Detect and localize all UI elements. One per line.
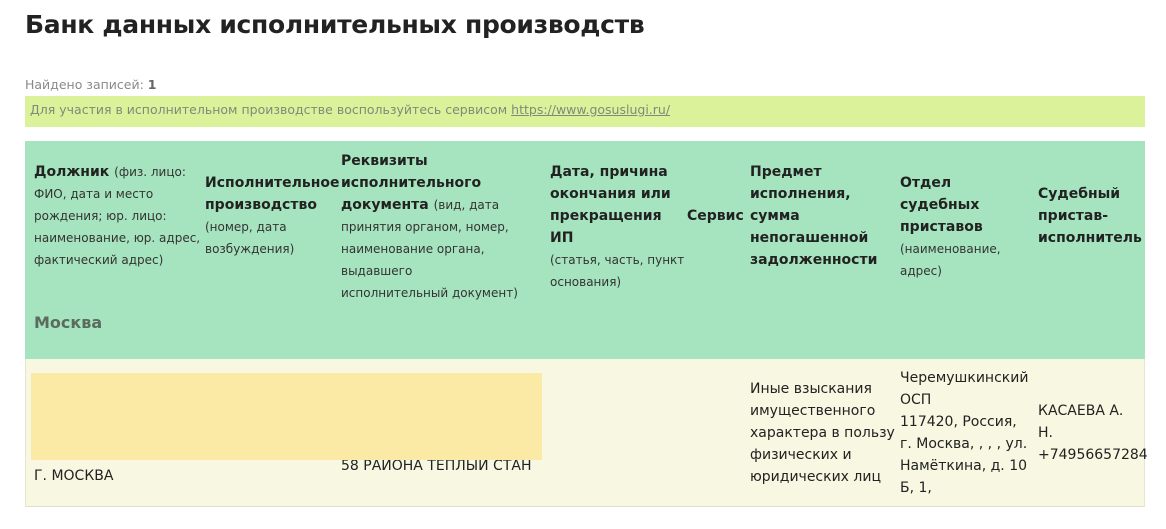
cell-department-line: г. Москва, , , , ул. [900,436,1028,452]
header-service: Сервис [687,205,747,227]
header-proceeding-title: производство [205,197,317,213]
header-bailiff: Судебный пристав- исполнитель [1038,183,1143,249]
table-row: Г. МОСКВА 58 РАЙОНА ТЕПЛЫЙ СТАН Иные взы… [25,359,1148,507]
header-department-sub: адрес) [900,264,942,278]
cell-bailiff-line: Н. [1038,425,1053,441]
cell-bailiff: КАСАЕВА А. Н. +74956657284 [1038,400,1148,466]
header-department: Отдел судебных приставов (наименование, … [900,172,1035,282]
header-debtor-sub: (физ. лицо: [114,165,186,179]
header-end-date-sub: основания) [550,275,622,289]
page-title: Банк данных исполнительных производств [25,10,645,39]
header-proceeding-sub: возбуждения) [205,242,295,256]
header-end-date-title: прекращения ИП [550,208,662,246]
header-proceeding: Исполнительное производство (номер, дата… [205,172,340,260]
cell-subject: Иные взыскания имущественного характера … [750,378,900,488]
table-header: Должник (физ. лицо: ФИО, дата и место ро… [25,141,1145,359]
header-department-title: Отдел судебных [900,175,980,213]
header-department-title: приставов [900,219,983,235]
header-document-sub: (вид, дата [433,198,500,212]
header-debtor-sub-line: наименование, юр. адрес, [34,231,201,245]
header-service-title: Сервис [687,208,744,224]
header-document-sub: принятия органом, номер, [341,220,509,234]
header-subject-title: непогашенной [750,230,869,246]
gosuslugi-notice: Для участия в исполнительном производств… [25,96,1145,127]
cell-department-line: ОСП [900,392,932,408]
cell-bailiff-phone: +74956657284 [1038,447,1148,463]
region-label: Москва [34,313,103,332]
cell-department-line: Намёткина, д. 10 [900,458,1028,474]
header-debtor-title: Должник [34,164,110,180]
cell-bailiff-line: КАСАЕВА А. [1038,403,1124,419]
header-subject-title: исполнения, [750,186,851,202]
header-end-date-sub: (статья, часть, пункт [550,253,685,267]
cell-department-line: Б, 1, [900,480,932,496]
header-document: Реквизиты исполнительного документа (вид… [341,150,546,304]
header-subject-title: Предмет [750,164,822,180]
header-document-title: исполнительного [341,175,482,191]
header-subject-title: сумма [750,208,800,224]
cell-subject-line: имущественного [750,403,876,419]
cell-subject-line: юридических лиц [750,469,881,485]
header-document-title: Реквизиты [341,153,428,169]
cell-debtor: Г. МОСКВА [34,468,114,484]
header-subject: Предмет исполнения, сумма непогашенной з… [750,161,895,271]
cell-department: Черемушкинский ОСП 117420, Россия, г. Мо… [900,367,1038,499]
header-debtor-sub-line: фактический адрес) [34,253,164,267]
header-document-sub: наименование органа, выдавшего [341,242,485,278]
header-debtor-sub-line: ФИО, дата и место [34,187,154,201]
header-debtor: Должник (физ. лицо: ФИО, дата и место ро… [34,161,204,271]
cell-subject-line: характера в пользу [750,425,895,441]
header-bailiff-title: Судебный [1038,186,1121,202]
cell-subject-line: физических и [750,447,852,463]
redacted-area [31,373,542,460]
header-subject-title: задолженности [750,252,878,268]
header-end-date: Дата, причина окончания или прекращения … [550,161,685,293]
header-bailiff-title: пристав- [1038,208,1109,224]
gosuslugi-link[interactable]: https://www.gosuslugi.ru/ [511,102,670,117]
header-document-sub: исполнительный документ) [341,286,518,300]
header-proceeding-sub: (номер, дата [205,220,287,234]
header-end-date-title: Дата, причина [550,164,668,180]
header-department-sub: (наименование, [900,242,1001,256]
results-table: Должник (физ. лицо: ФИО, дата и место ро… [25,141,1148,507]
notice-text: Для участия в исполнительном производств… [30,102,512,117]
cell-subject-line: Иные взыскания [750,381,872,397]
records-found-label: Найдено записей: [25,77,144,92]
header-bailiff-title: исполнитель [1038,230,1142,246]
records-found-count: 1 [147,77,157,92]
header-document-title: документа [341,197,429,213]
records-found: Найдено записей: 1 [25,77,157,92]
cell-department-line: Черемушкинский [900,370,1029,386]
header-proceeding-title: Исполнительное [205,175,340,191]
header-end-date-title: окончания или [550,186,671,202]
cell-department-line: 117420, Россия, [900,414,1017,430]
header-debtor-sub-line: рождения; юр. лицо: [34,209,167,223]
